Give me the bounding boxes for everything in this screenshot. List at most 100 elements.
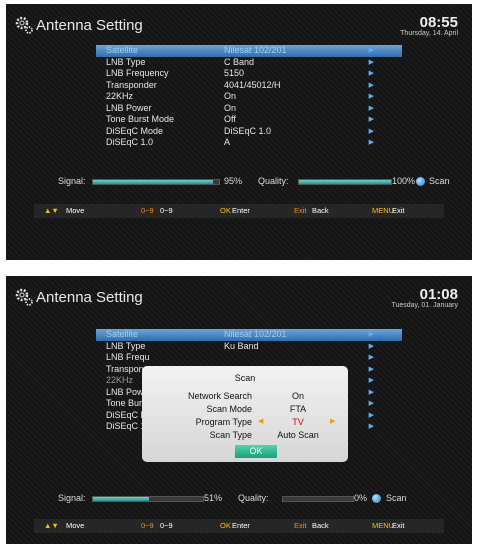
signal-bar (92, 179, 220, 185)
right-arrow-icon[interactable]: ▶ (330, 417, 335, 425)
up-down-arrows-icon: ▲▼ (44, 206, 59, 215)
settings-gear-icon (15, 288, 33, 306)
digits-hint: 0~9 (160, 206, 173, 215)
setting-label: Satellite (106, 45, 139, 55)
setting-row-lnb-frequency[interactable]: LNB Frequ ▶ (96, 352, 402, 364)
right-arrow-icon: ▶ (368, 342, 374, 350)
scan-ball-icon (372, 494, 381, 503)
setting-label: DiSEqC 1.0 (106, 137, 154, 147)
quality-label: Quality: (238, 493, 269, 503)
right-arrow-icon: ▶ (368, 81, 374, 89)
quality-bar-fill (299, 180, 391, 184)
setting-value: C Band (224, 56, 255, 67)
settings-gear-icon (15, 16, 33, 34)
right-arrow-icon: ▶ (368, 116, 374, 123)
key-help-bar: ▲▼ Move 0~9 0~9 OK Enter Exit Back MENU … (34, 204, 444, 218)
setting-label: LNB Frequency (106, 68, 169, 78)
ok-button[interactable]: OK (235, 445, 277, 458)
ok-hint: Enter (232, 206, 250, 215)
antenna-setting-screen-2: Antenna Setting 01:08 Tuesday, 01. Janua… (6, 276, 472, 544)
dialog-value: TV (292, 417, 304, 427)
right-arrow-icon: ▶ (368, 411, 374, 419)
dialog-row-scan-type[interactable]: Scan Type Auto Scan (142, 430, 348, 442)
setting-label: Tone Burst Mode (106, 114, 175, 124)
ok-key: OK (220, 206, 231, 215)
clock-time: 08:55 (419, 14, 458, 31)
setting-value: On (224, 91, 237, 101)
right-arrow-icon: ▶ (368, 47, 374, 54)
settings-list: Satellite Nilesat 102/201 ▶ LNB Type C Band… (96, 45, 402, 149)
right-arrow-icon: ▶ (368, 365, 374, 373)
right-arrow-icon: ▶ (368, 104, 374, 112)
up-down-arrows-icon: ▲▼ (44, 521, 59, 530)
setting-row-22khz[interactable]: 22KHz On ▶ (96, 91, 402, 103)
setting-label: 22KHz (106, 91, 134, 101)
quality-percent: 0% (354, 493, 368, 503)
right-arrow-icon: ▶ (368, 127, 374, 135)
quality-label: Quality: (258, 176, 289, 186)
menu-hint: Exit (392, 206, 405, 215)
setting-row-diseqc-1-0[interactable]: DiSEqC 1.0 A ▶ (96, 137, 402, 149)
exit-key: Exit (294, 206, 307, 215)
signal-label: Signal: (58, 176, 86, 186)
right-arrow-icon: ▶ (368, 377, 374, 384)
clock-time: 01:08 (419, 286, 458, 303)
dialog-label: Program Type (195, 417, 252, 427)
dialog-label: Scan Mode (206, 404, 252, 414)
setting-value: Off (224, 114, 236, 124)
setting-label: Satellite (106, 329, 139, 339)
right-arrow-icon: ▶ (368, 139, 374, 146)
setting-value: On (224, 102, 237, 113)
digits-key: 0~9 (141, 521, 154, 530)
ok-hint: Enter (232, 521, 250, 530)
dialog-label: Network Search (187, 391, 252, 401)
setting-value: 4041/45012/H (224, 79, 281, 90)
antenna-setting-screen-1: Antenna Setting 08:55 Thursday, 14. Apri… (6, 4, 472, 260)
setting-row-satellite[interactable]: Satellite Nilesat 102/201 ▶ (96, 329, 402, 341)
scan-dialog: Scan Network Search On Scan Mode FTA Pro… (142, 366, 348, 462)
scan-label[interactable]: Scan (429, 176, 450, 186)
signal-bar (92, 496, 204, 502)
dialog-value: On (291, 391, 304, 401)
right-arrow-icon: ▶ (368, 331, 374, 338)
dialog-row-network-search[interactable]: Network Search On (142, 391, 348, 403)
right-arrow-icon: ▶ (368, 423, 374, 430)
scan-label[interactable]: Scan (386, 493, 407, 503)
setting-label: Tone Burs (106, 398, 147, 408)
setting-label: DiSEqC 1 (106, 421, 146, 431)
setting-row-lnb-type[interactable]: LNB Type C Band ▶ (96, 57, 402, 69)
setting-label: 22KHz (106, 375, 134, 385)
signal-label: Signal: (58, 493, 86, 503)
menu-key: MENU (372, 206, 395, 215)
setting-value: A (224, 137, 231, 147)
setting-label: LNB Type (106, 56, 146, 67)
quality-bar (298, 179, 392, 185)
ok-key: OK (220, 521, 231, 530)
setting-row-lnb-type[interactable]: LNB Type Ku Band ▶ (96, 341, 402, 353)
page-title: Antenna Setting (36, 289, 143, 306)
setting-row-diseqc-mode[interactable]: DiSEqC Mode DiSEqC 1.0 ▶ (96, 126, 402, 138)
left-arrow-icon[interactable]: ◀ (258, 417, 263, 425)
setting-label: LNB Frequ (106, 352, 150, 362)
setting-row-lnb-frequency[interactable]: LNB Frequency 5150 ▶ (96, 68, 402, 80)
setting-row-satellite[interactable]: Satellite Nilesat 102/201 ▶ (96, 45, 402, 57)
setting-row-lnb-power[interactable]: LNB Power On ▶ (96, 103, 402, 115)
dialog-row-scan-mode[interactable]: Scan Mode FTA (142, 404, 348, 416)
setting-row-transponder[interactable]: Transponder 4041/45012/H ▶ (96, 80, 402, 92)
setting-value: Nilesat 102/201 (224, 329, 287, 339)
exit-hint: Back (312, 206, 329, 215)
menu-key: MENU (372, 521, 395, 530)
signal-percent: 95% (224, 176, 243, 186)
scan-ball-icon (416, 177, 425, 186)
menu-hint: Exit (392, 521, 405, 530)
right-arrow-icon: ▶ (368, 58, 374, 66)
move-hint: Move (66, 206, 85, 215)
right-arrow-icon: ▶ (368, 400, 374, 407)
dialog-row-program-type[interactable]: Program Type ◀ TV ▶ (142, 417, 348, 429)
setting-label: DiSEqC Mode (106, 125, 164, 136)
digits-key: 0~9 (141, 206, 154, 215)
setting-row-tone-burst[interactable]: Tone Burst Mode Off ▶ (96, 114, 402, 126)
right-arrow-icon: ▶ (368, 70, 374, 77)
exit-key: Exit (294, 521, 307, 530)
setting-value: Ku Band (224, 340, 259, 351)
